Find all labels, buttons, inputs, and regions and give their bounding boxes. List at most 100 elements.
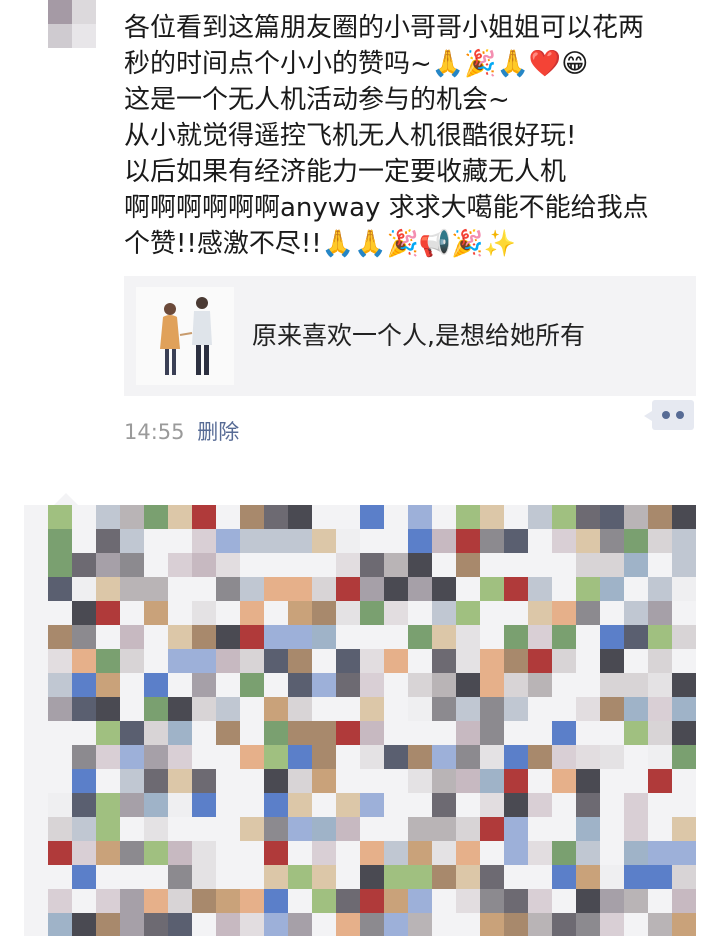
mosaic-pixel [384,697,408,721]
mosaic-pixel [288,841,312,865]
mosaic-pixel [480,769,504,793]
mosaic-pixel [336,745,360,769]
mosaic-pixel [504,745,528,769]
mosaic-pixel [408,745,432,769]
mosaic-pixel [336,625,360,649]
mosaic-pixel [336,697,360,721]
mosaic-pixel [528,577,552,601]
mosaic-pixel [312,649,336,673]
mosaic-pixel [336,505,360,529]
mosaic-pixel [168,721,192,745]
mosaic-pixel [456,913,480,936]
mosaic-pixel [168,601,192,625]
mosaic-pixel [504,817,528,841]
mosaic-pixel [408,769,432,793]
mosaic-pixel [672,745,696,769]
mosaic-pixel [432,841,456,865]
mosaic-pixel [552,625,576,649]
mosaic-pixel [384,865,408,889]
mosaic-pixel [144,769,168,793]
mosaic-pixel [144,601,168,625]
mosaic-pixel [120,505,144,529]
mosaic-pixel [144,577,168,601]
mosaic-pixel [504,577,528,601]
mosaic-pixel [360,889,384,913]
mosaic-pixel [216,505,240,529]
mosaic-pixel [120,769,144,793]
mosaic-pixel [336,553,360,577]
mosaic-pixel [456,841,480,865]
mosaic-pixel [432,745,456,769]
mosaic-pixel [360,841,384,865]
mosaic-pixel [240,505,264,529]
mosaic-pixel [384,577,408,601]
mosaic-pixel [240,649,264,673]
avatar[interactable] [48,0,96,48]
mosaic-pixel [192,529,216,553]
mosaic-pixel [528,817,552,841]
mosaic-pixel [312,625,336,649]
mosaic-pixel [528,865,552,889]
mosaic-pixel [168,649,192,673]
mosaic-pixel [336,841,360,865]
mosaic-pixel [504,649,528,673]
mosaic-pixel [72,553,96,577]
mosaic-pixel [288,577,312,601]
mosaic-pixel [456,601,480,625]
mosaic-pixel [480,673,504,697]
mosaic-pixel [672,913,696,936]
shared-link-card[interactable]: 原来喜欢一个人,是想给她所有 [124,276,696,396]
delete-link[interactable]: 删除 [197,420,239,444]
mosaic-pixel [288,793,312,817]
post-line: 啊啊啊啊啊啊anyway 求求大噶能不能给我点 [124,193,649,223]
mosaic-pixel [432,913,456,936]
mosaic-pixel [456,649,480,673]
mosaic-pixel [504,673,528,697]
mosaic-pixel [576,817,600,841]
mosaic-pixel [624,745,648,769]
mosaic-pixel [96,793,120,817]
mosaic-pixel [408,553,432,577]
mosaic-pixel [240,577,264,601]
mosaic-pixel [192,697,216,721]
mosaic-pixel [144,529,168,553]
mosaic-pixel [384,913,408,936]
mosaic-pixel [648,721,672,745]
mosaic-pixel [456,577,480,601]
mosaic-pixel [624,913,648,936]
mosaic-pixel [72,769,96,793]
mosaic-pixel [240,889,264,913]
mosaic-pixel [96,841,120,865]
mosaic-pixel [96,769,120,793]
mosaic-pixel [264,889,288,913]
mosaic-pixel [336,793,360,817]
mosaic-pixel [192,889,216,913]
mosaic-pixel [552,697,576,721]
mosaic-pixel [600,865,624,889]
mosaic-pixel [600,553,624,577]
mosaic-pixel [456,769,480,793]
mosaic-pixel [672,673,696,697]
mosaic-pixel [312,697,336,721]
mosaic-pixel [600,889,624,913]
mosaic-pixel [600,721,624,745]
mosaic-pixel [192,841,216,865]
mosaic-pixel [168,889,192,913]
mosaic-pixel [432,817,456,841]
mosaic-pixel [144,697,168,721]
mosaic-pixel [528,601,552,625]
mosaic-pixel [456,625,480,649]
more-dots-icon [676,411,684,419]
mosaic-pixel [192,793,216,817]
mosaic-pixel [264,673,288,697]
mosaic-pixel [96,817,120,841]
mosaic-pixel [216,697,240,721]
more-actions-button[interactable] [644,400,694,430]
mosaic-pixel [624,793,648,817]
mosaic-pixel [360,505,384,529]
mosaic-pixel [648,553,672,577]
mosaic-pixel [192,505,216,529]
mosaic-pixel [96,625,120,649]
mosaic-pixel [408,721,432,745]
mosaic-pixel [576,913,600,936]
